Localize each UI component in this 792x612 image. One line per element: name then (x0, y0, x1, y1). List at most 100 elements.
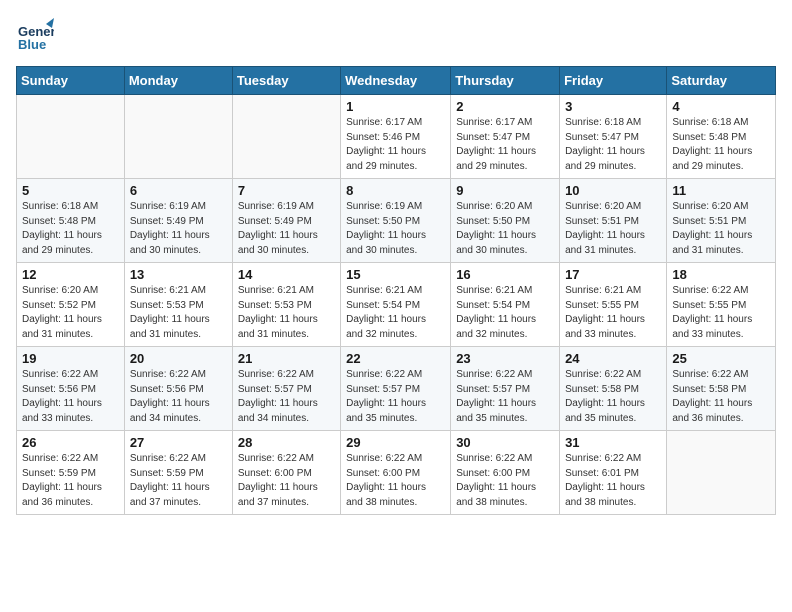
header-saturday: Saturday (667, 67, 776, 95)
calendar-cell: 11 Sunrise: 6:20 AM Sunset: 5:51 PM Dayli… (667, 179, 776, 263)
calendar-week-row: 26 Sunrise: 6:22 AM Sunset: 5:59 PM Dayli… (17, 431, 776, 515)
calendar-cell: 20 Sunrise: 6:22 AM Sunset: 5:56 PM Dayli… (124, 347, 232, 431)
day-info: Sunrise: 6:20 AM Sunset: 5:52 PM Dayligh… (22, 284, 119, 342)
day-number: 29 (346, 435, 445, 450)
day-number: 2 (456, 99, 554, 114)
header-sunday: Sunday (17, 67, 125, 95)
calendar-cell: 23 Sunrise: 6:22 AM Sunset: 5:57 PM Dayli… (451, 347, 560, 431)
calendar-cell: 1 Sunrise: 6:17 AM Sunset: 5:46 PM Daylig… (341, 95, 451, 179)
day-number: 17 (565, 267, 661, 282)
day-number: 5 (22, 183, 119, 198)
day-info: Sunrise: 6:22 AM Sunset: 5:58 PM Dayligh… (672, 368, 770, 426)
logo: General Blue (16, 16, 58, 54)
day-info: Sunrise: 6:22 AM Sunset: 5:56 PM Dayligh… (22, 368, 119, 426)
calendar-cell (124, 95, 232, 179)
day-info: Sunrise: 6:22 AM Sunset: 6:00 PM Dayligh… (456, 452, 554, 510)
day-info: Sunrise: 6:19 AM Sunset: 5:49 PM Dayligh… (238, 200, 335, 258)
day-number: 31 (565, 435, 661, 450)
day-number: 8 (346, 183, 445, 198)
day-info: Sunrise: 6:17 AM Sunset: 5:47 PM Dayligh… (456, 116, 554, 174)
calendar-cell: 12 Sunrise: 6:20 AM Sunset: 5:52 PM Dayli… (17, 263, 125, 347)
calendar-cell (17, 95, 125, 179)
day-number: 10 (565, 183, 661, 198)
header-tuesday: Tuesday (232, 67, 340, 95)
day-number: 20 (130, 351, 227, 366)
page-header: General Blue (16, 16, 776, 54)
calendar-cell: 26 Sunrise: 6:22 AM Sunset: 5:59 PM Dayli… (17, 431, 125, 515)
calendar-table: SundayMondayTuesdayWednesdayThursdayFrid… (16, 66, 776, 515)
day-number: 22 (346, 351, 445, 366)
day-number: 30 (456, 435, 554, 450)
day-info: Sunrise: 6:18 AM Sunset: 5:48 PM Dayligh… (672, 116, 770, 174)
header-wednesday: Wednesday (341, 67, 451, 95)
day-info: Sunrise: 6:20 AM Sunset: 5:51 PM Dayligh… (565, 200, 661, 258)
day-number: 15 (346, 267, 445, 282)
calendar-cell: 25 Sunrise: 6:22 AM Sunset: 5:58 PM Dayli… (667, 347, 776, 431)
day-number: 13 (130, 267, 227, 282)
svg-text:Blue: Blue (18, 37, 46, 52)
day-number: 28 (238, 435, 335, 450)
calendar-cell: 14 Sunrise: 6:21 AM Sunset: 5:53 PM Dayli… (232, 263, 340, 347)
day-info: Sunrise: 6:18 AM Sunset: 5:48 PM Dayligh… (22, 200, 119, 258)
calendar-cell: 10 Sunrise: 6:20 AM Sunset: 5:51 PM Dayli… (560, 179, 667, 263)
calendar-cell: 24 Sunrise: 6:22 AM Sunset: 5:58 PM Dayli… (560, 347, 667, 431)
calendar-cell: 31 Sunrise: 6:22 AM Sunset: 6:01 PM Dayli… (560, 431, 667, 515)
day-number: 12 (22, 267, 119, 282)
day-number: 18 (672, 267, 770, 282)
day-info: Sunrise: 6:21 AM Sunset: 5:54 PM Dayligh… (456, 284, 554, 342)
day-info: Sunrise: 6:22 AM Sunset: 5:57 PM Dayligh… (456, 368, 554, 426)
calendar-week-row: 19 Sunrise: 6:22 AM Sunset: 5:56 PM Dayli… (17, 347, 776, 431)
day-info: Sunrise: 6:22 AM Sunset: 6:01 PM Dayligh… (565, 452, 661, 510)
day-info: Sunrise: 6:22 AM Sunset: 5:57 PM Dayligh… (346, 368, 445, 426)
header-monday: Monday (124, 67, 232, 95)
calendar-cell: 29 Sunrise: 6:22 AM Sunset: 6:00 PM Dayli… (341, 431, 451, 515)
calendar-cell: 9 Sunrise: 6:20 AM Sunset: 5:50 PM Daylig… (451, 179, 560, 263)
day-number: 27 (130, 435, 227, 450)
calendar-cell: 22 Sunrise: 6:22 AM Sunset: 5:57 PM Dayli… (341, 347, 451, 431)
day-info: Sunrise: 6:21 AM Sunset: 5:54 PM Dayligh… (346, 284, 445, 342)
day-info: Sunrise: 6:22 AM Sunset: 5:59 PM Dayligh… (22, 452, 119, 510)
day-info: Sunrise: 6:21 AM Sunset: 5:53 PM Dayligh… (130, 284, 227, 342)
day-info: Sunrise: 6:20 AM Sunset: 5:51 PM Dayligh… (672, 200, 770, 258)
calendar-week-row: 1 Sunrise: 6:17 AM Sunset: 5:46 PM Daylig… (17, 95, 776, 179)
day-info: Sunrise: 6:17 AM Sunset: 5:46 PM Dayligh… (346, 116, 445, 174)
day-info: Sunrise: 6:22 AM Sunset: 5:58 PM Dayligh… (565, 368, 661, 426)
day-info: Sunrise: 6:19 AM Sunset: 5:49 PM Dayligh… (130, 200, 227, 258)
day-number: 21 (238, 351, 335, 366)
day-number: 14 (238, 267, 335, 282)
day-info: Sunrise: 6:22 AM Sunset: 5:59 PM Dayligh… (130, 452, 227, 510)
header-friday: Friday (560, 67, 667, 95)
calendar-cell: 15 Sunrise: 6:21 AM Sunset: 5:54 PM Dayli… (341, 263, 451, 347)
day-info: Sunrise: 6:19 AM Sunset: 5:50 PM Dayligh… (346, 200, 445, 258)
day-number: 6 (130, 183, 227, 198)
day-number: 1 (346, 99, 445, 114)
day-number: 26 (22, 435, 119, 450)
calendar-cell: 2 Sunrise: 6:17 AM Sunset: 5:47 PM Daylig… (451, 95, 560, 179)
calendar-cell: 5 Sunrise: 6:18 AM Sunset: 5:48 PM Daylig… (17, 179, 125, 263)
calendar-cell: 30 Sunrise: 6:22 AM Sunset: 6:00 PM Dayli… (451, 431, 560, 515)
calendar-cell: 21 Sunrise: 6:22 AM Sunset: 5:57 PM Dayli… (232, 347, 340, 431)
day-number: 3 (565, 99, 661, 114)
day-number: 23 (456, 351, 554, 366)
day-number: 4 (672, 99, 770, 114)
calendar-cell: 13 Sunrise: 6:21 AM Sunset: 5:53 PM Dayli… (124, 263, 232, 347)
day-info: Sunrise: 6:22 AM Sunset: 5:57 PM Dayligh… (238, 368, 335, 426)
day-number: 9 (456, 183, 554, 198)
header-thursday: Thursday (451, 67, 560, 95)
day-number: 25 (672, 351, 770, 366)
logo-icon: General Blue (16, 16, 54, 54)
calendar-cell: 17 Sunrise: 6:21 AM Sunset: 5:55 PM Dayli… (560, 263, 667, 347)
day-info: Sunrise: 6:20 AM Sunset: 5:50 PM Dayligh… (456, 200, 554, 258)
day-info: Sunrise: 6:21 AM Sunset: 5:53 PM Dayligh… (238, 284, 335, 342)
day-info: Sunrise: 6:18 AM Sunset: 5:47 PM Dayligh… (565, 116, 661, 174)
day-number: 19 (22, 351, 119, 366)
day-info: Sunrise: 6:22 AM Sunset: 6:00 PM Dayligh… (346, 452, 445, 510)
calendar-cell: 18Sunrise: 6:22 AM Sunset: 5:55 PM Dayli… (667, 263, 776, 347)
day-info: Sunrise: 6:22 AM Sunset: 6:00 PM Dayligh… (238, 452, 335, 510)
day-number: 24 (565, 351, 661, 366)
calendar-cell: 16Sunrise: 6:21 AM Sunset: 5:54 PM Dayli… (451, 263, 560, 347)
calendar-cell: 8 Sunrise: 6:19 AM Sunset: 5:50 PM Daylig… (341, 179, 451, 263)
day-info: Sunrise: 6:21 AM Sunset: 5:55 PM Dayligh… (565, 284, 661, 342)
day-info: Sunrise: 6:22 AM Sunset: 5:56 PM Dayligh… (130, 368, 227, 426)
day-number: 11 (672, 183, 770, 198)
